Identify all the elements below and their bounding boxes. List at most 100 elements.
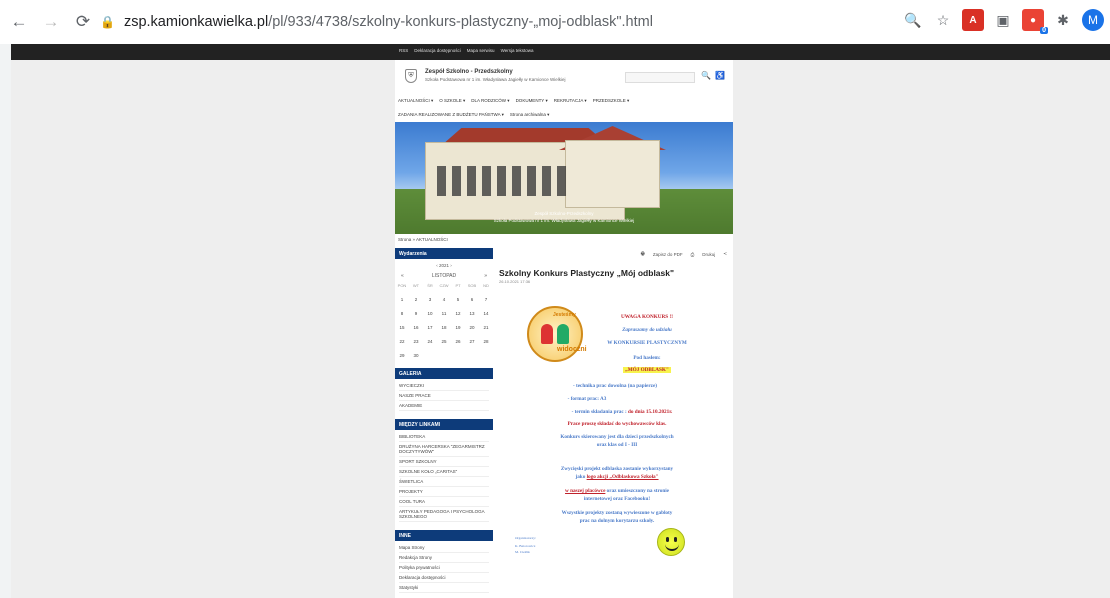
other-link[interactable]: Statystyki: [399, 583, 489, 593]
other-link[interactable]: Redakcja Strony: [399, 553, 489, 563]
calendar-day[interactable]: 24: [423, 339, 437, 344]
calendar-day[interactable]: 22: [395, 339, 409, 344]
share-icon[interactable]: ≺: [723, 251, 727, 257]
other-link[interactable]: Mapa Strony: [399, 543, 489, 553]
calendar-day[interactable]: 27: [465, 339, 479, 344]
other-link[interactable]: Deklaracja dostępności: [399, 573, 489, 583]
forward-arrow-icon[interactable]: →: [38, 9, 64, 35]
sidebar-link[interactable]: COOL TURA: [399, 497, 489, 507]
url-host: zsp.kamionkawielka.pl: [123, 14, 269, 30]
calendar-day[interactable]: 7: [479, 297, 493, 302]
hero-caption-line-1: Zespół Szkolno-Przedszkolny: [534, 211, 594, 216]
calendar-weekday: PON: [397, 283, 407, 288]
top-strip-link[interactable]: Wersja tekstowa: [501, 48, 534, 53]
calendar-day[interactable]: 1: [395, 297, 409, 302]
article-date: 26.10.2021 17:36: [499, 279, 531, 284]
calendar-day[interactable]: 18: [437, 325, 451, 330]
profile-avatar[interactable]: M: [1082, 9, 1104, 31]
other-link[interactable]: Polityka prywatności: [399, 563, 489, 573]
calendar-year-selector[interactable]: ‹ 2021 ›: [395, 263, 493, 268]
lock-icon[interactable]: 🔒: [100, 15, 115, 29]
article-column: 🖶 Zapisz do PDF ⎙ Drukuj ≺ Szkolny Konku…: [499, 248, 731, 598]
calendar-day[interactable]: 5: [451, 297, 465, 302]
school-name[interactable]: Zespół Szkolno - Przedszkolny: [425, 69, 513, 75]
sidebar-link[interactable]: DRUŻYNA HARCERSKA "ZEGARMISTRZ DOCZYTYWÓ…: [399, 442, 489, 457]
sidebar-link[interactable]: ŚWIETLICA: [399, 477, 489, 487]
poster-line: prac na dolnym korytarzu szkoły.: [579, 518, 655, 524]
poster-text: jako: [575, 474, 586, 480]
back-arrow-icon[interactable]: ←: [6, 9, 32, 35]
sidebar-link[interactable]: ARTYKUŁY PEDAGOGA I PSYCHOLOGA SZKOLNEGO: [399, 507, 489, 522]
calendar-day[interactable]: 3: [423, 297, 437, 302]
sidebar-link[interactable]: BIBLIOTEKA: [399, 432, 489, 442]
calendar-day[interactable]: 15: [395, 325, 409, 330]
calendar-day[interactable]: 8: [395, 311, 409, 316]
breadcrumb[interactable]: Strona » AKTUALNOŚCI: [398, 237, 448, 242]
gallery-link[interactable]: AKADEMIE: [399, 401, 489, 411]
main-menu-item[interactable]: Strona archiwalna ▾: [510, 112, 550, 118]
calendar-day[interactable]: 11: [437, 311, 451, 316]
calendar-day[interactable]: 19: [451, 325, 465, 330]
poster-line: Pod hasłem:: [633, 355, 661, 361]
extensions-puzzle-icon[interactable]: ✱: [1052, 9, 1074, 31]
calendar-day[interactable]: 2: [409, 297, 423, 302]
save-pdf-link[interactable]: Zapisz do PDF: [653, 252, 683, 257]
calendar-day[interactable]: 6: [465, 297, 479, 302]
calendar-day[interactable]: 26: [451, 339, 465, 344]
bookmark-star-icon[interactable]: ☆: [932, 9, 954, 31]
poster-line: Zapraszamy do udziału: [622, 327, 672, 333]
sidebar-link[interactable]: PROJEKTY: [399, 487, 489, 497]
accessibility-icon[interactable]: ♿: [715, 71, 725, 80]
logo-child-figure: [541, 324, 553, 344]
address-bar[interactable]: 🔒 zsp.kamionkawielka.pl/pl/933/4738/szko…: [100, 9, 900, 35]
calendar-day[interactable]: 25: [437, 339, 451, 344]
top-strip-link[interactable]: Mapa serwisu: [467, 48, 495, 53]
sidebar-link[interactable]: SPORT SZKOLNY: [399, 457, 489, 467]
gallery-link[interactable]: WYCIECZKI: [399, 381, 489, 391]
main-menu-item[interactable]: PRZEDSZKOLE ▾: [593, 98, 630, 104]
calendar-day[interactable]: 10: [423, 311, 437, 316]
extension-badge-icon[interactable]: ● 0: [1022, 9, 1048, 34]
calendar-day[interactable]: 4: [437, 297, 451, 302]
main-menu-item[interactable]: ZADANIA REALIZOWANE Z BUDŻETU PAŃSTWA ▾: [398, 112, 504, 118]
print-link[interactable]: Drukuj: [702, 252, 715, 257]
main-menu-item[interactable]: REKRUTACJA ▾: [554, 98, 587, 104]
calendar-day[interactable]: 20: [465, 325, 479, 330]
school-crest-icon[interactable]: ⛨: [405, 69, 417, 83]
sidebar-link[interactable]: SZKOLNE KOŁO „CARITAS": [399, 467, 489, 477]
search-icon[interactable]: 🔍: [701, 71, 711, 80]
screenshot-extension-icon[interactable]: ▣: [992, 9, 1014, 31]
calendar-next-icon[interactable]: »: [484, 273, 487, 279]
calendar-day[interactable]: 14: [479, 311, 493, 316]
site-search-input[interactable]: [625, 72, 695, 83]
pdf-icon[interactable]: 🖶: [641, 250, 645, 258]
calendar-day[interactable]: 28: [479, 339, 493, 344]
calendar-day[interactable]: 21: [479, 325, 493, 330]
calendar-day[interactable]: 9: [409, 311, 423, 316]
top-strip-link[interactable]: Deklaracja dostępności: [414, 48, 461, 53]
gallery-link[interactable]: NASZE PRACE: [399, 391, 489, 401]
calendar-day[interactable]: 30: [409, 353, 423, 358]
main-menu-item[interactable]: DOKUMENTY ▾: [516, 98, 548, 104]
poster-line: - termin składania prac : do dnia 15.10.…: [527, 409, 717, 416]
calendar-heading: Wydarzenia: [395, 248, 493, 259]
calendar-prev-icon[interactable]: «: [401, 273, 404, 279]
main-menu-item[interactable]: O SZKOLE ▾: [439, 98, 465, 104]
calendar-day[interactable]: 17: [423, 325, 437, 330]
top-strip-link[interactable]: RSS: [399, 48, 408, 53]
calendar-day[interactable]: 29: [395, 353, 409, 358]
main-menu-item[interactable]: DLA RODZICÓW ▾: [471, 98, 509, 104]
print-icon[interactable]: ⎙: [691, 252, 695, 257]
calendar-day[interactable]: 12: [451, 311, 465, 316]
calendar-day[interactable]: 13: [465, 311, 479, 316]
zoom-icon[interactable]: 🔍: [902, 9, 924, 31]
reload-icon[interactable]: ⟳: [70, 9, 96, 35]
main-menu-row-2: ZADANIA REALIZOWANE Z BUDŻETU PAŃSTWA ▾ S…: [398, 112, 549, 118]
logo-text-bottom: widoczni: [557, 346, 587, 353]
poster-line: Zwycięski projekt odblaska zostanie wyko…: [560, 466, 674, 472]
calendar-day[interactable]: 16: [409, 325, 423, 330]
article-tools: 🖶 Zapisz do PDF ⎙ Drukuj ≺: [641, 250, 727, 258]
calendar-day[interactable]: 23: [409, 339, 423, 344]
main-menu-item[interactable]: AKTUALNOŚCI ▾: [398, 98, 433, 104]
acrobat-extension-icon[interactable]: A: [962, 9, 984, 31]
